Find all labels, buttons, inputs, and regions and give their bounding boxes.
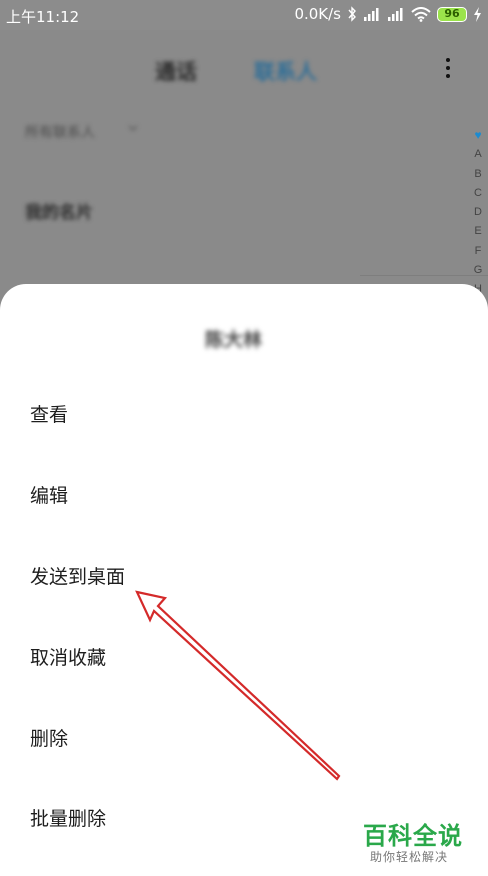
tab-contacts[interactable]: 联系人 [254, 56, 317, 86]
menu-item-label: 删除 [30, 728, 69, 750]
signal-icon [388, 8, 403, 21]
sheet-header: 陈大林 [0, 284, 360, 378]
status-right: 0.0K/s 96 [294, 5, 482, 23]
my-card-label[interactable]: 我的名片 [25, 198, 93, 223]
contact-name-title: 陈大林 [205, 329, 263, 351]
menu-item-label: 发送到桌面 [30, 566, 126, 588]
bluetooth-icon [348, 6, 356, 22]
index-letter[interactable]: B [474, 165, 481, 184]
tab-calls[interactable]: 通话 [155, 56, 197, 86]
menu-item-delete[interactable]: 删除 [0, 698, 488, 778]
menu-item-edit[interactable]: 编辑 [0, 455, 488, 535]
watermark-logo: 百科全说 [363, 822, 463, 850]
chevron-down-icon [128, 125, 138, 131]
index-letter[interactable]: C [474, 184, 482, 203]
menu-item-label: 批量删除 [30, 808, 107, 830]
favorites-heart-icon[interactable]: ♥ [474, 126, 481, 145]
alphabet-index[interactable]: ♥ A B C D E F G H [470, 126, 486, 300]
list-divider [360, 275, 488, 276]
menu-item-label: 查看 [30, 404, 69, 426]
index-letter[interactable]: E [474, 222, 481, 241]
battery-icon: 96 [437, 6, 467, 22]
watermark-slogan: 助你轻松解决 [370, 850, 449, 864]
status-time: 上午11:12 [6, 8, 80, 26]
account-selector[interactable]: 所有联系人 [25, 122, 95, 142]
index-letter[interactable]: F [475, 242, 482, 261]
charging-icon [474, 6, 481, 22]
more-options-icon[interactable] [438, 54, 458, 84]
index-letter[interactable]: G [474, 261, 483, 280]
menu-item-label: 编辑 [30, 485, 69, 507]
index-letter[interactable]: D [474, 203, 482, 222]
status-bar: 上午11:12 0.0K/s 96 [0, 0, 488, 30]
menu-item-label: 取消收藏 [30, 647, 107, 669]
menu-item-view[interactable]: 查看 [0, 374, 488, 454]
index-letter[interactable]: A [474, 145, 481, 164]
wifi-icon [411, 6, 431, 22]
menu-item-send-to-desktop[interactable]: 发送到桌面 [0, 536, 488, 616]
contact-action-sheet: 陈大林 查看 编辑 发送到桌面 取消收藏 删除 批量删除 [0, 284, 488, 876]
signal-icon [364, 8, 379, 21]
network-speed: 0.0K/s [294, 5, 341, 23]
menu-item-unfavorite[interactable]: 取消收藏 [0, 617, 488, 697]
